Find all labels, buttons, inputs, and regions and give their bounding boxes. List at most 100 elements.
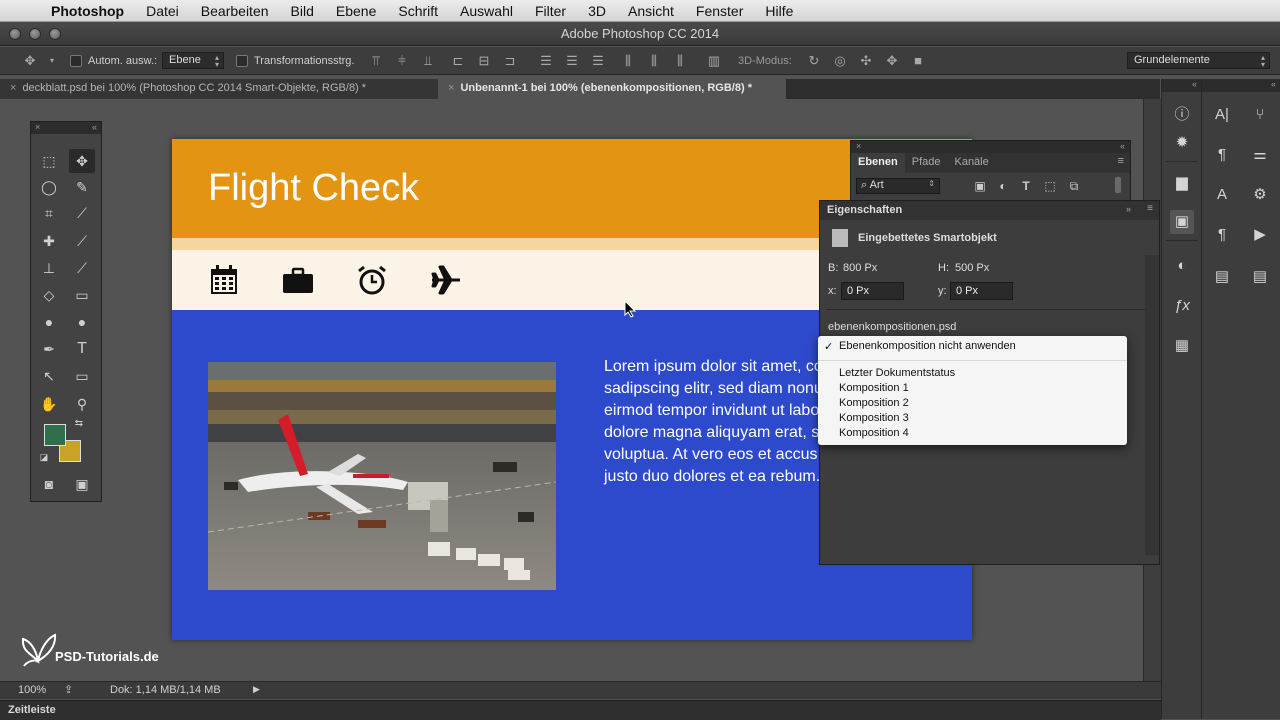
character-panel-icon[interactable]: A|: [1210, 103, 1234, 127]
chevron-down-icon[interactable]: ▾: [44, 53, 60, 69]
tab-deckblatt[interactable]: × deckblatt.psd bei 100% (Photoshop CC 20…: [0, 79, 438, 99]
quick-mask-icon[interactable]: ◙: [36, 472, 62, 496]
clone-source-icon[interactable]: ⚙: [1248, 183, 1272, 207]
distribute-vcenter-icon[interactable]: ☰: [564, 53, 580, 69]
distribute-bottom-icon[interactable]: ☰: [590, 53, 606, 69]
info-icon[interactable]: ⓘ: [1170, 103, 1194, 127]
collapse-icon[interactable]: «: [1162, 79, 1201, 92]
collapse-icon[interactable]: «: [1202, 79, 1280, 92]
menu-bearbeiten[interactable]: Bearbeiten: [190, 3, 280, 19]
x-position-field[interactable]: 0 Px: [841, 282, 904, 300]
auto-select-option[interactable]: Autom. ausw.:: [70, 53, 157, 69]
align-top-icon[interactable]: ⫪: [368, 53, 384, 69]
pen-tool-icon[interactable]: ✒: [36, 337, 62, 361]
filter-toggle-switch[interactable]: [1115, 177, 1121, 193]
paragraph-styles-icon[interactable]: ¶: [1210, 223, 1234, 247]
gradient-tool-icon[interactable]: ▭: [69, 283, 95, 307]
dropdown-item-comp-2[interactable]: Komposition 2: [839, 397, 909, 409]
filter-smart-object-icon[interactable]: ⧉: [1066, 178, 1082, 194]
auto-align-icon[interactable]: ▥: [706, 53, 722, 69]
tab-ebenen[interactable]: Ebenen: [851, 153, 905, 173]
roll-3d-icon[interactable]: ◎: [832, 53, 848, 69]
move-tool-preset-icon[interactable]: ✥: [22, 53, 38, 69]
filter-type-icon[interactable]: T: [1018, 178, 1034, 194]
close-icon[interactable]: ×: [35, 122, 40, 132]
adjustments-icon[interactable]: ◐: [1170, 254, 1194, 278]
tools-panel-header[interactable]: × «: [31, 122, 101, 134]
menu-3d[interactable]: 3D: [577, 3, 617, 19]
rectangle-tool-icon[interactable]: ▭: [69, 364, 95, 388]
close-tab-icon[interactable]: ×: [448, 82, 454, 94]
transform-controls-option[interactable]: Transformationsstrg.: [236, 53, 354, 69]
menu-ansicht[interactable]: Ansicht: [617, 3, 685, 19]
menu-bild[interactable]: Bild: [280, 3, 325, 19]
auto-select-dropdown[interactable]: Ebene ▴ ▾: [162, 52, 224, 69]
hand-tool-icon[interactable]: ✋: [36, 392, 62, 416]
layer-comps-icon[interactable]: ▤: [1210, 265, 1234, 289]
spot-healing-tool-icon[interactable]: ✚: [36, 229, 62, 253]
menu-app-name[interactable]: Photoshop: [40, 3, 135, 19]
eraser-tool-icon[interactable]: ◇: [36, 283, 62, 307]
lasso-tool-icon[interactable]: ◯: [36, 175, 62, 199]
distribute-right-icon[interactable]: ⫼: [672, 53, 688, 69]
collapse-icon[interactable]: »: [1126, 204, 1131, 214]
properties-panel-icon[interactable]: ▣: [1170, 210, 1194, 234]
clone-stamp-tool-icon[interactable]: ⊥: [36, 256, 62, 280]
dropdown-item-dont-apply[interactable]: Ebenenkomposition nicht anwenden: [839, 340, 1016, 352]
move-tool-icon[interactable]: ✥: [69, 149, 95, 173]
transform-controls-checkbox[interactable]: [236, 55, 248, 67]
height-value[interactable]: 500 Px: [955, 262, 989, 274]
status-menu-arrow-icon[interactable]: ▶: [253, 684, 260, 695]
align-hcenter-icon[interactable]: ⊟: [476, 53, 492, 69]
crop-tool-icon[interactable]: ⌗: [36, 201, 62, 225]
share-icon[interactable]: ⇪: [64, 683, 73, 696]
menu-schrift[interactable]: Schrift: [387, 3, 449, 19]
dropdown-item-comp-3[interactable]: Komposition 3: [839, 412, 909, 424]
width-value[interactable]: 800 Px: [843, 262, 877, 274]
paragraph-icon[interactable]: ¶: [1210, 143, 1234, 167]
scale-3d-icon[interactable]: ■: [910, 53, 926, 69]
styles-fx-icon[interactable]: ƒx: [1170, 294, 1194, 318]
notes-icon[interactable]: ▤: [1248, 265, 1272, 289]
swap-colors-icon[interactable]: ⇆: [71, 416, 87, 432]
collapse-icon[interactable]: «: [1120, 141, 1125, 151]
timeline-panel-bar[interactable]: Zeitleiste: [0, 700, 1161, 720]
screen-mode-icon[interactable]: ▣: [69, 472, 95, 496]
dropdown-item-comp-4[interactable]: Komposition 4: [839, 427, 909, 439]
menu-fenster[interactable]: Fenster: [685, 3, 754, 19]
dodge-tool-icon[interactable]: ●: [69, 310, 95, 334]
menu-datei[interactable]: Datei: [135, 3, 190, 19]
auto-select-checkbox[interactable]: [70, 55, 82, 67]
close-icon[interactable]: ×: [856, 141, 861, 151]
layers-filter-dropdown[interactable]: ⌕ Art ⇕: [856, 178, 940, 194]
path-selection-tool-icon[interactable]: ↖: [36, 364, 62, 388]
workspace-dropdown[interactable]: Grundelemente ▴ ▾: [1127, 52, 1270, 69]
collapse-icon[interactable]: «: [92, 122, 97, 132]
dropdown-item-comp-1[interactable]: Komposition 1: [839, 382, 909, 394]
align-left-icon[interactable]: ⊏: [450, 53, 466, 69]
close-tab-icon[interactable]: ×: [10, 82, 16, 94]
swatches-icon[interactable]: ▦: [1170, 334, 1194, 358]
actions-play-icon[interactable]: ▶: [1248, 223, 1272, 247]
menu-ebene[interactable]: Ebene: [325, 3, 387, 19]
history-brush-tool-icon[interactable]: ⟋: [69, 256, 95, 280]
distribute-left-icon[interactable]: ⫼: [620, 53, 636, 69]
quick-selection-tool-icon[interactable]: ✎: [69, 175, 95, 199]
panel-menu-icon[interactable]: ≡: [1112, 153, 1130, 173]
eyedropper-tool-icon[interactable]: ⟋: [69, 201, 95, 225]
default-colors-icon[interactable]: ◪: [37, 450, 51, 464]
menu-auswahl[interactable]: Auswahl: [449, 3, 524, 19]
brush-settings-icon[interactable]: ⚌: [1248, 143, 1272, 167]
distribute-top-icon[interactable]: ☰: [538, 53, 554, 69]
character-styles-icon[interactable]: A: [1210, 183, 1234, 207]
tab-unbenannt-1[interactable]: × Unbenannt-1 bei 100% (ebenenkomposition…: [438, 79, 786, 99]
slide-3d-icon[interactable]: ✥: [884, 53, 900, 69]
document-size-info[interactable]: Dok: 1,14 MB/1,14 MB: [110, 684, 221, 696]
layers-panel-header[interactable]: × «: [851, 141, 1130, 153]
drag-3d-icon[interactable]: ✣: [858, 53, 874, 69]
zoom-tool-icon[interactable]: ⚲: [69, 392, 95, 416]
filter-adjustment-icon[interactable]: ◐: [995, 178, 1011, 194]
navigator-icon[interactable]: ✹: [1170, 131, 1194, 155]
foreground-color-swatch[interactable]: [44, 424, 66, 446]
brushes-icon[interactable]: ⑂: [1248, 103, 1272, 127]
